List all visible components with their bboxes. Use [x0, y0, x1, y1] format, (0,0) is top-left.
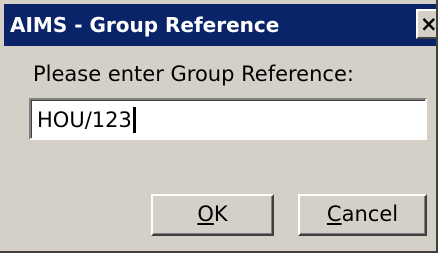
input-text: HOU/123 [37, 108, 132, 132]
close-button[interactable]: × [416, 9, 438, 39]
ok-mnemonic: O [197, 202, 214, 226]
input-value: HOU/123 [37, 107, 136, 133]
dialog-window: AIMS - Group Reference × Please enter Gr… [0, 0, 438, 253]
text-caret [132, 107, 136, 133]
cancel-mnemonic: C [326, 202, 342, 226]
window-title: AIMS - Group Reference [10, 13, 280, 37]
group-reference-input[interactable]: HOU/123 [29, 98, 427, 140]
close-icon: × [420, 12, 438, 36]
cancel-label-rest: ancel [341, 202, 399, 226]
title-bar[interactable]: AIMS - Group Reference × [4, 4, 438, 46]
ok-button[interactable]: OK [151, 194, 274, 236]
prompt-label: Please enter Group Reference: [33, 62, 354, 86]
ok-label-rest: K [213, 202, 228, 226]
cancel-button[interactable]: Cancel [298, 194, 427, 236]
